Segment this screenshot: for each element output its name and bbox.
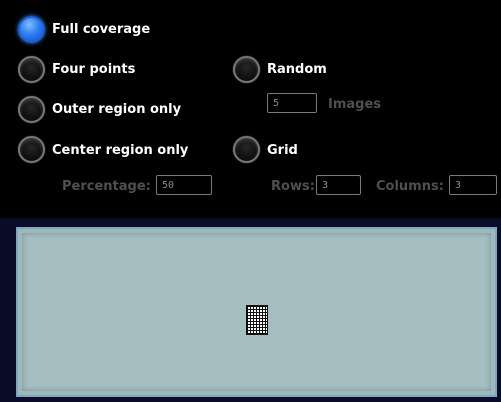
coverage-preview-frame (16, 227, 497, 397)
images-label: Images (328, 97, 382, 112)
images-count-input[interactable] (267, 93, 317, 113)
grid-label[interactable]: Grid (267, 143, 298, 159)
grid-pattern-icon (245, 305, 268, 335)
four-points-label[interactable]: Four points (52, 62, 135, 78)
percentage-input[interactable] (156, 175, 212, 195)
center-region-only-radio[interactable] (18, 136, 45, 163)
coverage-preview-area (22, 233, 491, 391)
full-coverage-label[interactable]: Full coverage (52, 22, 150, 38)
random-radio[interactable] (233, 56, 260, 83)
outer-region-only-radio[interactable] (18, 96, 45, 123)
columns-input[interactable] (449, 175, 497, 195)
random-label[interactable]: Random (267, 62, 327, 78)
preview-panel (0, 218, 501, 402)
columns-label: Columns: (376, 179, 444, 194)
center-region-only-label[interactable]: Center region only (52, 143, 188, 159)
rows-label: Rows: (271, 179, 315, 194)
rows-input[interactable] (316, 175, 361, 195)
coverage-dialog: Full coverage Four points Outer region o… (0, 0, 501, 402)
full-coverage-radio[interactable] (18, 16, 45, 43)
grid-radio[interactable] (233, 136, 260, 163)
percentage-label: Percentage: (62, 179, 151, 194)
outer-region-only-label[interactable]: Outer region only (52, 102, 181, 118)
four-points-radio[interactable] (18, 56, 45, 83)
coverage-options-panel: Full coverage Four points Outer region o… (0, 0, 501, 218)
